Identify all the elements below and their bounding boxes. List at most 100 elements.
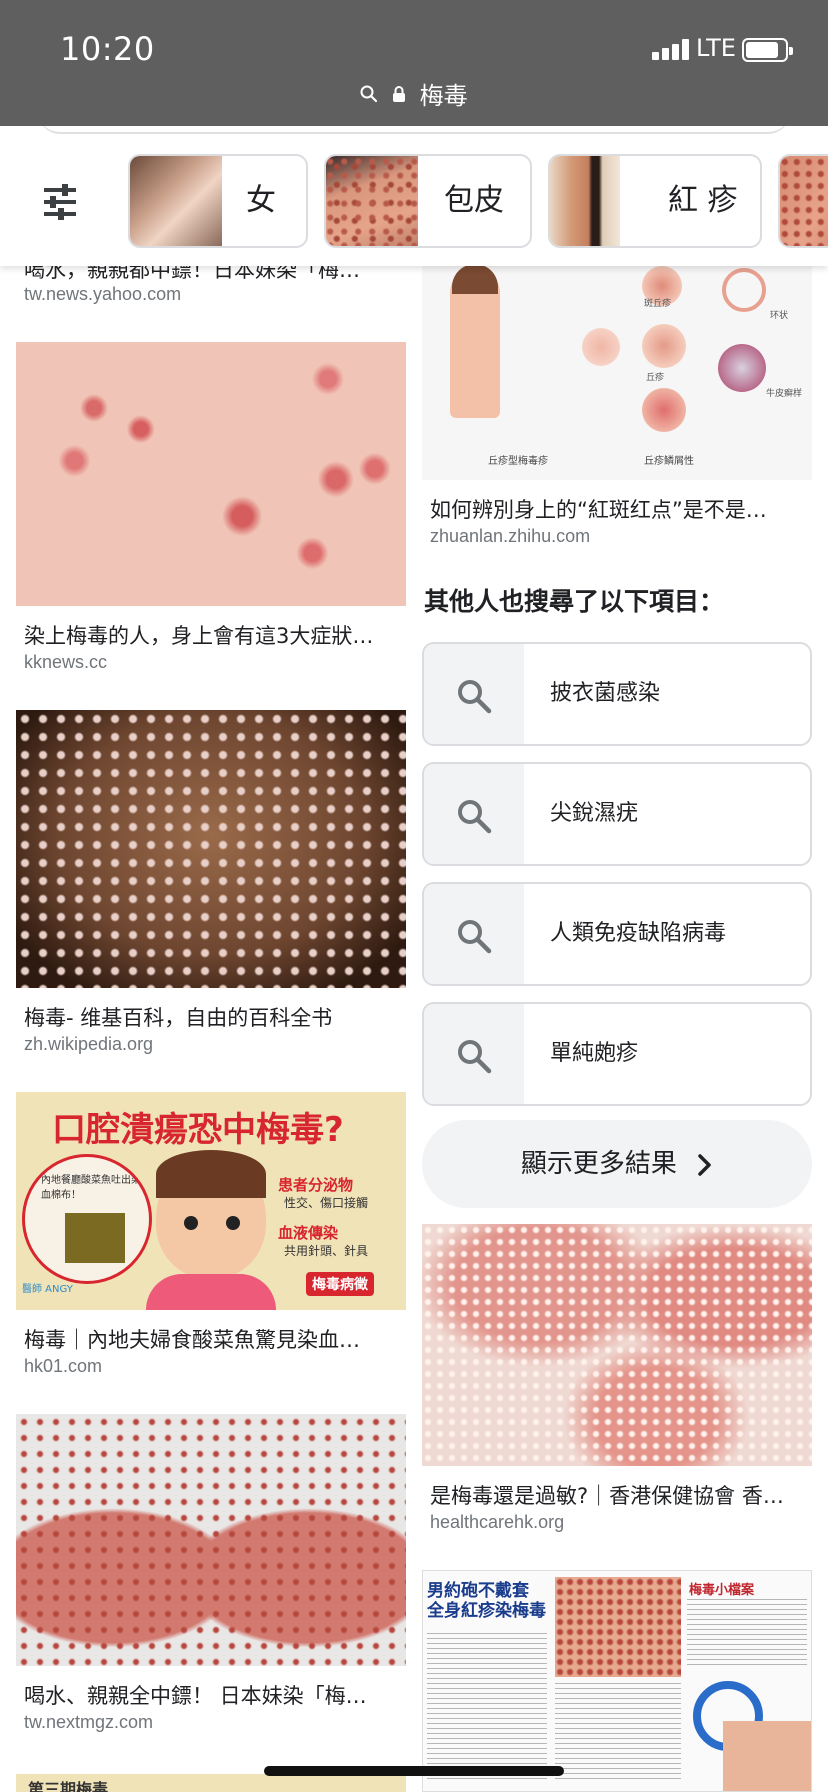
chip-thumbnail	[130, 156, 222, 246]
show-more-results-button[interactable]: 顯示更多結果	[422, 1120, 812, 1208]
result-image: 男約砲不戴套 全身紅疹染梅毒 梅毒小檔案	[422, 1570, 812, 1792]
result-image: 斑丘疹 环状 丘疹 牛皮癣样 丘疹型梅毒疹 丘疹鳞屑性	[422, 258, 812, 480]
image-bubble: 內地餐廳酸菜魚吐出染血棉布！	[22, 1154, 152, 1284]
related-search-item[interactable]: 披衣菌感染	[422, 642, 812, 746]
chip-more[interactable]	[778, 154, 828, 248]
result-image: 口腔潰瘍恐中梅毒? 內地餐廳酸菜魚吐出染血棉布！ 患者分泌物 性交、傷口接觸 血…	[16, 1092, 406, 1310]
related-icon-box	[424, 884, 524, 984]
result-site: tw.nextmgz.com	[24, 1712, 154, 1732]
chip-thumbnail	[550, 156, 620, 246]
search-icon	[458, 920, 492, 954]
figure-hair	[452, 264, 498, 294]
filter-chips-bar: 女 包皮 紅 疹	[0, 126, 828, 266]
related-icon-box	[424, 644, 524, 744]
newspaper-text-block	[427, 1633, 547, 1783]
result-image: 第三期梅毒	[16, 1774, 406, 1792]
figure-caption-left: 丘疹型梅毒疹	[488, 456, 548, 467]
result-image	[16, 342, 406, 606]
chevron-right-icon	[698, 1153, 711, 1176]
image-point1-sub: 性交、傷口接觸	[284, 1196, 369, 1210]
result-site: tw.news.yahoo.com	[24, 284, 182, 304]
result-card[interactable]: 是梅毒還是過敏?｜香港保健協會 香… healthcarehk.org	[422, 1224, 812, 1544]
home-indicator	[264, 1766, 564, 1776]
result-card[interactable]: 染上梅毒的人，身上會有這3大症狀… kknews.cc	[16, 342, 406, 682]
result-image	[16, 1414, 406, 1666]
image-headline: 口腔潰瘍恐中梅毒?	[52, 1110, 344, 1150]
result-title: 梅毒｜內地夫婦食酸菜魚驚見染血…	[24, 1328, 360, 1352]
result-title: 喝水、親親全中鏢！ 日本妹染「梅…	[24, 1684, 367, 1708]
image-point1: 患者分泌物	[278, 1176, 354, 1194]
figure-label: 环状	[770, 311, 789, 321]
image-point2-sub: 共用針頭、針具	[284, 1244, 369, 1258]
battery-icon	[742, 38, 793, 62]
url-bar[interactable]: 梅毒	[0, 76, 828, 112]
search-icon	[458, 680, 492, 714]
result-image-caption: 第三期梅毒	[28, 1780, 109, 1792]
result-card[interactable]: 男約砲不戴套 全身紅疹染梅毒 梅毒小檔案	[422, 1570, 812, 1792]
chip-female[interactable]: 女	[128, 154, 308, 248]
result-title: 是梅毒還是過敏?｜香港保健協會 香…	[430, 1484, 784, 1508]
show-more-label: 顯示更多結果	[520, 1149, 677, 1179]
newspaper-box-title: 梅毒小檔案	[689, 1583, 755, 1598]
result-card[interactable]: 第三期梅毒	[16, 1774, 406, 1792]
result-site: kknews.cc	[24, 652, 108, 672]
chip-label: 女	[246, 183, 276, 218]
result-title: 梅毒- 维基百科，自由的百科全书	[24, 1006, 333, 1030]
url-query: 梅毒	[419, 82, 468, 110]
related-icon-box	[424, 1004, 524, 1104]
related-icon-box	[424, 764, 524, 864]
image-brand-logo: 醫師 ANGY	[22, 1284, 73, 1295]
figure-label: 丘疹	[646, 373, 665, 383]
cartoon-face	[156, 1150, 266, 1278]
cartoon-shirt	[146, 1274, 276, 1310]
image-bubble-text: 內地餐廳酸菜魚吐出染血棉布！	[41, 1175, 141, 1201]
chip-red-rash[interactable]: 紅 疹	[548, 154, 762, 248]
related-search-label: 披衣菌感染	[550, 681, 661, 706]
related-search-item[interactable]: 單純皰疹	[422, 1002, 812, 1106]
result-site: zh.wikipedia.org	[24, 1034, 154, 1054]
chip-label: 包皮	[444, 183, 504, 218]
related-search-label: 單純皰疹	[550, 1041, 639, 1066]
result-title: 染上梅毒的人，身上會有這3大症狀…	[24, 624, 374, 648]
result-card[interactable]: 喝水、親親全中鏢！ 日本妹染「梅… tw.nextmgz.com	[16, 1414, 406, 1744]
image-tag: 梅毒病徵	[306, 1272, 374, 1296]
newspaper-text-block	[555, 1683, 681, 1783]
browser-top-bar: 10:20 LTE 梅毒	[0, 0, 828, 126]
related-search-item[interactable]: 人類免疫缺陷病毒	[422, 882, 812, 986]
related-search-label: 人類免疫缺陷病毒	[550, 921, 727, 946]
newspaper-photo	[555, 1577, 681, 1677]
figure-caption-right: 丘疹鳞屑性	[644, 456, 694, 467]
result-site: healthcarehk.org	[430, 1512, 565, 1532]
chip-foreskin[interactable]: 包皮	[324, 154, 532, 248]
search-box-edge	[38, 126, 790, 134]
filter-settings-button[interactable]	[40, 182, 80, 222]
related-search-label: 尖銳濕疣	[550, 801, 639, 826]
newspaper-text-block	[687, 1599, 807, 1669]
result-site: hk01.com	[24, 1356, 103, 1376]
result-site: zhuanlan.zhihu.com	[430, 526, 591, 546]
status-time: 10:20	[60, 30, 155, 68]
image-point2: 血液傳染	[278, 1224, 339, 1242]
signal-icon	[652, 38, 692, 60]
newspaper-headline: 男約砲不戴套 全身紅疹染梅毒	[427, 1581, 546, 1621]
lock-icon	[393, 85, 405, 102]
result-card[interactable]: 斑丘疹 环状 丘疹 牛皮癣样 丘疹型梅毒疹 丘疹鳞屑性 如何辨別身上的“紅斑红点…	[422, 258, 812, 548]
result-card[interactable]: 梅毒- 维基百科，自由的百科全书 zh.wikipedia.org	[16, 710, 406, 1070]
chip-label: 紅 疹	[668, 183, 738, 218]
result-title: 如何辨別身上的“紅斑红点”是不是…	[430, 498, 767, 522]
chip-thumbnail	[326, 156, 418, 246]
result-card[interactable]: 口腔潰瘍恐中梅毒? 內地餐廳酸菜魚吐出染血棉布！ 患者分泌物 性交、傷口接觸 血…	[16, 1092, 406, 1382]
related-searches-heading: 其他人也搜尋了以下項目：	[424, 587, 725, 616]
figure-label: 牛皮癣样	[766, 389, 803, 399]
related-search-item[interactable]: 尖銳濕疣	[422, 762, 812, 866]
network-type: LTE	[696, 34, 736, 62]
newspaper-photo	[723, 1721, 811, 1791]
tune-icon	[44, 184, 76, 220]
chip-thumbnail	[780, 156, 828, 246]
result-image	[422, 1224, 812, 1466]
search-icon	[458, 1040, 492, 1074]
search-icon	[360, 85, 378, 102]
figure-label: 斑丘疹	[644, 299, 672, 309]
search-icon	[458, 800, 492, 834]
result-image	[16, 710, 406, 988]
